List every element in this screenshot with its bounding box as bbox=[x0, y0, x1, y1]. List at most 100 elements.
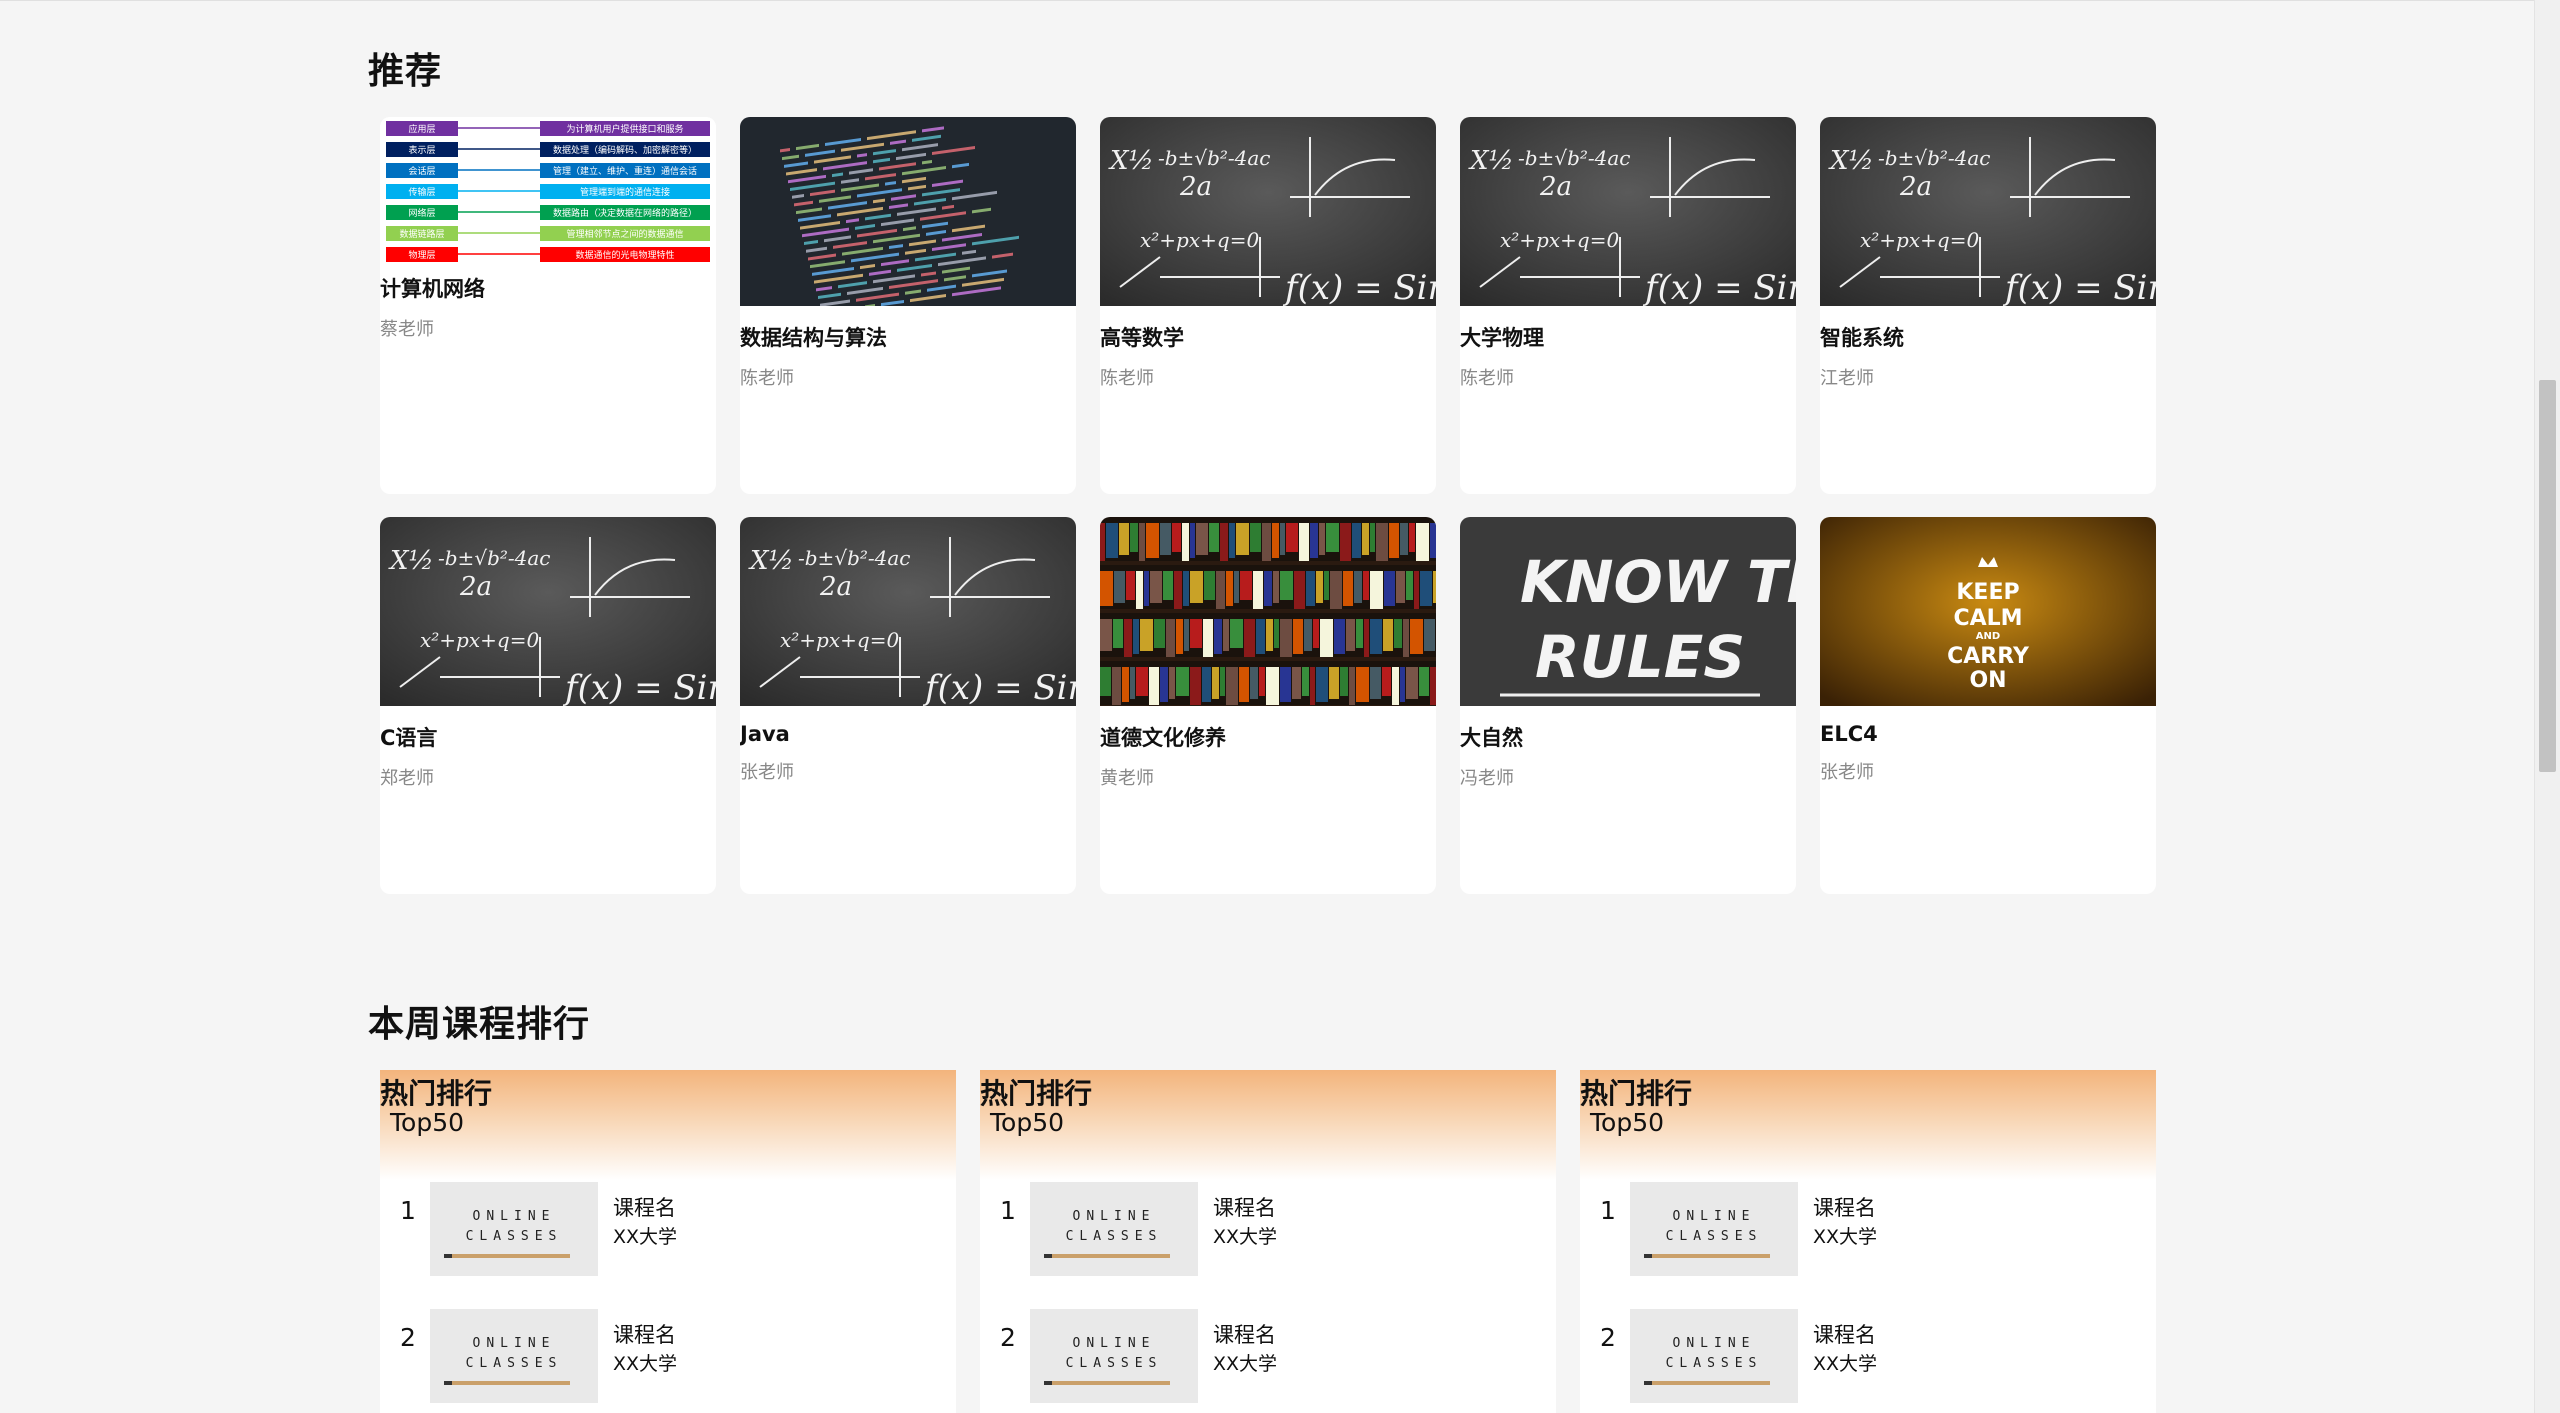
svg-text:管理端到端的通信连接: 管理端到端的通信连接 bbox=[580, 186, 670, 198]
svg-text:ONLINE: ONLINE bbox=[1073, 1336, 1156, 1351]
svg-text:f(x) = Sin x: f(x) = Sin x bbox=[2002, 268, 2156, 306]
rank-course-name[interactable]: 课程名 bbox=[1213, 1319, 1276, 1349]
rank-item[interactable]: 2 ONLINE CLASSES 课程名 XX大学 bbox=[980, 1309, 1556, 1405]
course-card[interactable]: KEEP CALM AND CARRY ON ELC4 张老师 bbox=[1820, 517, 2156, 894]
svg-text:KEEP: KEEP bbox=[1956, 580, 2019, 605]
svg-text:x²+px+q=0: x²+px+q=0 bbox=[1140, 228, 1259, 252]
course-name[interactable]: 计算机网络 bbox=[380, 273, 716, 303]
course-teacher: 蔡老师 bbox=[380, 319, 434, 340]
top-divider bbox=[0, 0, 2535, 1]
course-cover-image[interactable] bbox=[1100, 517, 1436, 706]
svg-text:X½: X½ bbox=[388, 546, 434, 576]
rank-number: 2 bbox=[1600, 1323, 1616, 1352]
rank-number: 2 bbox=[1000, 1323, 1016, 1352]
rank-panel: 热门排行 Top50 1 ONLINE CLASSES 课程名 XX大学 2 O… bbox=[980, 1070, 1556, 1413]
course-name[interactable]: C语言 bbox=[380, 722, 716, 752]
rank-item[interactable]: 1 ONLINE CLASSES 课程名 XX大学 bbox=[980, 1182, 1556, 1278]
course-name[interactable]: 智能系统 bbox=[1820, 322, 2156, 352]
course-card[interactable]: X½ -b±√b²-4ac 2a x²+px+q=0 f(x) = Sin x … bbox=[380, 517, 716, 894]
svg-text:x²+px+q=0: x²+px+q=0 bbox=[1860, 228, 1979, 252]
course-cover-image[interactable]: 应用层 为计算机用户提供接口和服务 表示层 数据处理（编码解码、加密解密等） 会… bbox=[380, 117, 716, 267]
course-name[interactable]: 高等数学 bbox=[1100, 322, 1436, 352]
course-cover-image[interactable] bbox=[740, 117, 1076, 306]
course-thumbnail[interactable]: ONLINE CLASSES bbox=[1630, 1182, 1798, 1276]
svg-text:CLASSES: CLASSES bbox=[466, 1356, 563, 1371]
svg-text:X½: X½ bbox=[1468, 146, 1514, 176]
svg-text:传输层: 传输层 bbox=[408, 186, 435, 198]
svg-text:ONLINE: ONLINE bbox=[473, 1209, 556, 1224]
svg-text:应用层: 应用层 bbox=[408, 123, 435, 135]
rank-item[interactable]: 1 ONLINE CLASSES 课程名 XX大学 bbox=[380, 1182, 956, 1278]
course-teacher: 陈老师 bbox=[740, 368, 794, 389]
course-teacher: 郑老师 bbox=[380, 768, 434, 789]
course-card[interactable]: X½ -b±√b²-4ac 2a x²+px+q=0 f(x) = Sin x … bbox=[740, 517, 1076, 894]
scrollbar-thumb[interactable] bbox=[2539, 380, 2556, 772]
rank-number: 1 bbox=[1000, 1196, 1016, 1225]
course-card[interactable]: X½ -b±√b²-4ac 2a x²+px+q=0 f(x) = Sin x … bbox=[1460, 117, 1796, 494]
course-cover-image[interactable]: X½ -b±√b²-4ac 2a x²+px+q=0 f(x) = Sin x bbox=[380, 517, 716, 706]
svg-text:管理（建立、维护、重连）通信会话: 管理（建立、维护、重连）通信会话 bbox=[553, 165, 697, 177]
rank-panel-title: 热门排行 bbox=[1580, 1077, 1693, 1110]
svg-text:表示层: 表示层 bbox=[408, 144, 435, 156]
svg-text:f(x) = Sin x: f(x) = Sin x bbox=[1642, 268, 1796, 306]
course-name[interactable]: 数据结构与算法 bbox=[740, 322, 1076, 352]
course-cover-image[interactable]: KNOW THE RULES bbox=[1460, 517, 1796, 706]
course-cover-image[interactable]: X½ -b±√b²-4ac 2a x²+px+q=0 f(x) = Sin x bbox=[1820, 117, 2156, 306]
course-card[interactable]: 数据结构与算法 陈老师 bbox=[740, 117, 1076, 494]
course-cover-image[interactable]: X½ -b±√b²-4ac 2a x²+px+q=0 f(x) = Sin x bbox=[740, 517, 1076, 706]
svg-text:为计算机用户提供接口和服务: 为计算机用户提供接口和服务 bbox=[566, 123, 683, 135]
course-thumbnail[interactable]: ONLINE CLASSES bbox=[430, 1182, 598, 1276]
rank-course-name[interactable]: 课程名 bbox=[1813, 1319, 1876, 1349]
rank-item[interactable]: 1 ONLINE CLASSES 课程名 XX大学 bbox=[1580, 1182, 2156, 1278]
course-name[interactable]: Java bbox=[740, 722, 1076, 746]
svg-text:x²+px+q=0: x²+px+q=0 bbox=[780, 628, 899, 652]
course-cover-image[interactable]: X½ -b±√b²-4ac 2a x²+px+q=0 f(x) = Sin x bbox=[1460, 117, 1796, 306]
course-thumbnail[interactable]: ONLINE CLASSES bbox=[430, 1309, 598, 1403]
course-name[interactable]: 大自然 bbox=[1460, 722, 1796, 752]
rank-course-name[interactable]: 课程名 bbox=[1813, 1192, 1876, 1222]
course-name[interactable]: 大学物理 bbox=[1460, 322, 1796, 352]
rank-course-name[interactable]: 课程名 bbox=[1213, 1192, 1276, 1222]
course-teacher: 张老师 bbox=[740, 762, 794, 783]
course-teacher: 陈老师 bbox=[1100, 368, 1154, 389]
svg-text:CLASSES: CLASSES bbox=[1666, 1229, 1763, 1244]
rank-item[interactable]: 2 ONLINE CLASSES 课程名 XX大学 bbox=[380, 1309, 956, 1405]
course-thumbnail[interactable]: ONLINE CLASSES bbox=[1630, 1309, 1798, 1403]
course-thumbnail[interactable]: ONLINE CLASSES bbox=[1030, 1309, 1198, 1403]
course-grid: 应用层 为计算机用户提供接口和服务 表示层 数据处理（编码解码、加密解密等） 会… bbox=[380, 117, 2156, 894]
svg-text:ONLINE: ONLINE bbox=[1673, 1209, 1756, 1224]
course-teacher: 冯老师 bbox=[1460, 768, 1514, 789]
course-card[interactable]: 应用层 为计算机用户提供接口和服务 表示层 数据处理（编码解码、加密解密等） 会… bbox=[380, 117, 716, 494]
svg-text:-b±√b²-4ac: -b±√b²-4ac bbox=[1518, 146, 1631, 170]
course-teacher: 陈老师 bbox=[1460, 368, 1514, 389]
course-card[interactable]: KNOW THE RULES 大自然 冯老师 bbox=[1460, 517, 1796, 894]
course-card[interactable]: 道德文化修养 黄老师 bbox=[1100, 517, 1436, 894]
vertical-scrollbar[interactable] bbox=[2534, 0, 2560, 1413]
svg-text:数据路由（决定数据在网络的路径）: 数据路由（决定数据在网络的路径） bbox=[553, 207, 697, 219]
svg-text:CLASSES: CLASSES bbox=[466, 1229, 563, 1244]
rank-item[interactable]: 2 ONLINE CLASSES 课程名 XX大学 bbox=[1580, 1309, 2156, 1405]
course-teacher: 张老师 bbox=[1820, 762, 1874, 783]
svg-text:-b±√b²-4ac: -b±√b²-4ac bbox=[1878, 146, 1991, 170]
course-card[interactable]: X½ -b±√b²-4ac 2a x²+px+q=0 f(x) = Sin x … bbox=[1100, 117, 1436, 494]
course-name[interactable]: ELC4 bbox=[1820, 722, 2156, 746]
course-teacher: 江老师 bbox=[1820, 368, 1874, 389]
rank-course-name[interactable]: 课程名 bbox=[613, 1319, 676, 1349]
course-cover-image[interactable]: X½ -b±√b²-4ac 2a x²+px+q=0 f(x) = Sin x bbox=[1100, 117, 1436, 306]
rank-panel-subtitle: Top50 bbox=[1590, 1108, 1664, 1137]
rank-panels: 热门排行 Top50 1 ONLINE CLASSES 课程名 XX大学 2 O… bbox=[380, 1070, 2156, 1413]
course-name[interactable]: 道德文化修养 bbox=[1100, 722, 1436, 752]
course-cover-image[interactable]: KEEP CALM AND CARRY ON bbox=[1820, 517, 2156, 706]
svg-text:2a: 2a bbox=[1899, 172, 1932, 202]
course-card[interactable]: X½ -b±√b²-4ac 2a x²+px+q=0 f(x) = Sin x … bbox=[1820, 117, 2156, 494]
svg-text:CLASSES: CLASSES bbox=[1066, 1356, 1163, 1371]
svg-text:CALM: CALM bbox=[1953, 606, 2022, 631]
course-thumbnail[interactable]: ONLINE CLASSES bbox=[1030, 1182, 1198, 1276]
svg-text:x²+px+q=0: x²+px+q=0 bbox=[420, 628, 539, 652]
rank-course-school: XX大学 bbox=[613, 1353, 678, 1375]
svg-text:ONLINE: ONLINE bbox=[1673, 1336, 1756, 1351]
rank-course-school: XX大学 bbox=[1213, 1226, 1278, 1248]
recommend-title: 推荐 bbox=[368, 51, 443, 92]
rank-panel: 热门排行 Top50 1 ONLINE CLASSES 课程名 XX大学 2 O… bbox=[1580, 1070, 2156, 1413]
rank-course-name[interactable]: 课程名 bbox=[613, 1192, 676, 1222]
